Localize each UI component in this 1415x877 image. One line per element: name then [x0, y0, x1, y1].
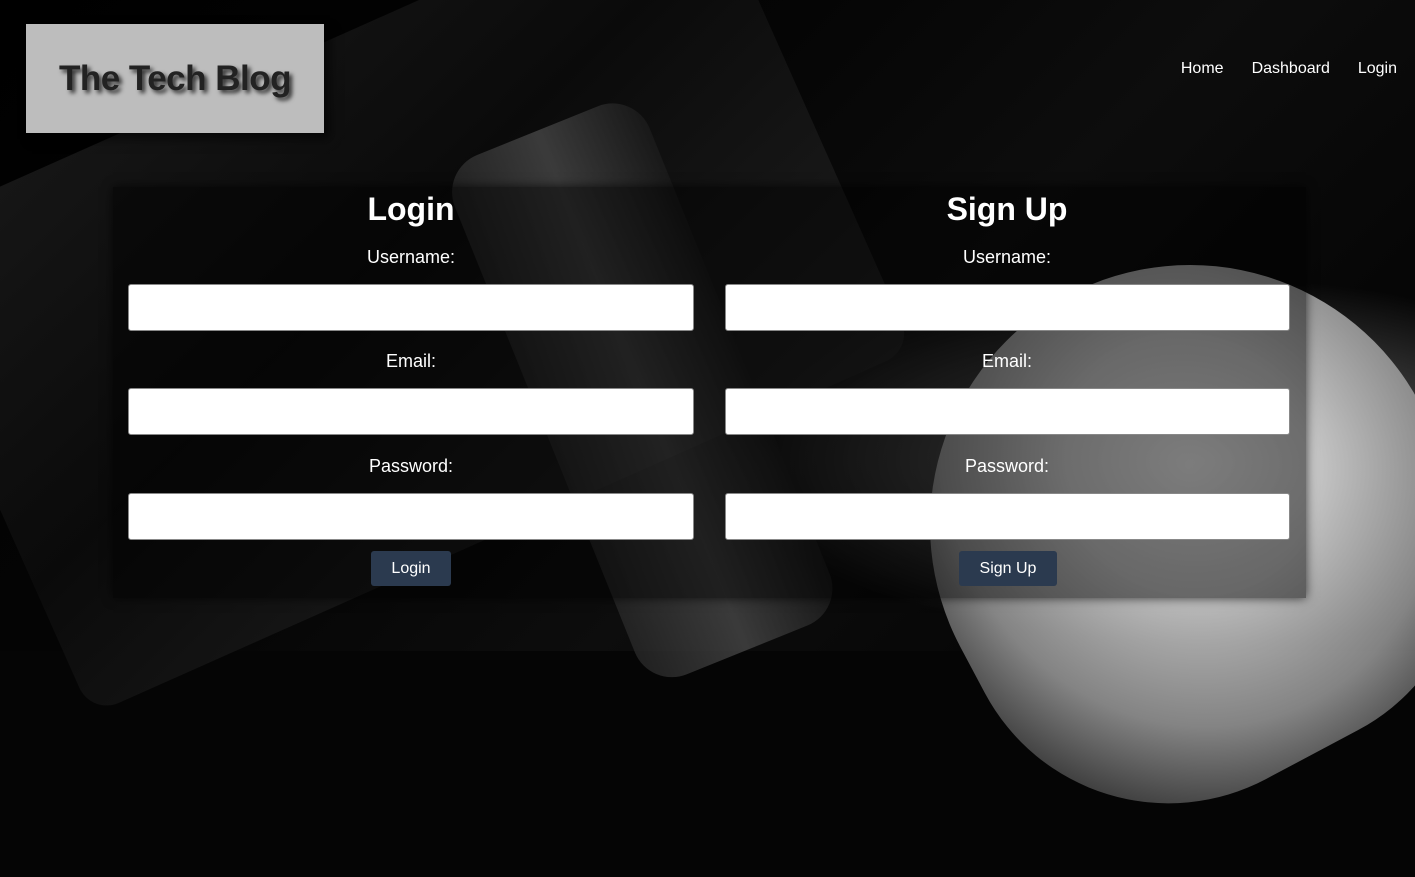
- login-button[interactable]: Login: [371, 551, 451, 586]
- signup-title: Sign Up: [946, 191, 1068, 227]
- login-password-input[interactable]: [128, 493, 694, 540]
- nav-login-link[interactable]: Login: [1358, 60, 1397, 78]
- site-logo[interactable]: The Tech Blog: [26, 24, 324, 133]
- main-nav: Home Dashboard Login: [1181, 60, 1397, 78]
- signup-email-label: Email:: [981, 351, 1032, 371]
- signup-password-label: Password:: [964, 456, 1050, 476]
- site-header: The Tech Blog Home Dashboard Login: [0, 0, 1415, 150]
- signup-email-input[interactable]: [725, 388, 1290, 435]
- login-username-input[interactable]: [128, 284, 694, 331]
- signup-password-input[interactable]: [725, 493, 1290, 540]
- signup-username-input[interactable]: [725, 284, 1290, 331]
- auth-panel: Login Username: Email: Password: Login S…: [113, 187, 1306, 598]
- signup-button[interactable]: Sign Up: [959, 551, 1057, 586]
- site-title: The Tech Blog: [58, 58, 292, 98]
- nav-home-link[interactable]: Home: [1181, 60, 1224, 78]
- login-title: Login: [367, 191, 455, 227]
- signup-form: Sign Up Username: Email: Password: Sign …: [709, 187, 1305, 598]
- login-username-label: Username:: [366, 247, 456, 267]
- login-form: Login Username: Email: Password: Login: [113, 187, 709, 598]
- login-email-input[interactable]: [128, 388, 694, 435]
- login-email-label: Email:: [385, 351, 436, 371]
- signup-username-label: Username:: [962, 247, 1052, 267]
- login-password-label: Password:: [368, 456, 454, 476]
- nav-dashboard-link[interactable]: Dashboard: [1252, 60, 1330, 78]
